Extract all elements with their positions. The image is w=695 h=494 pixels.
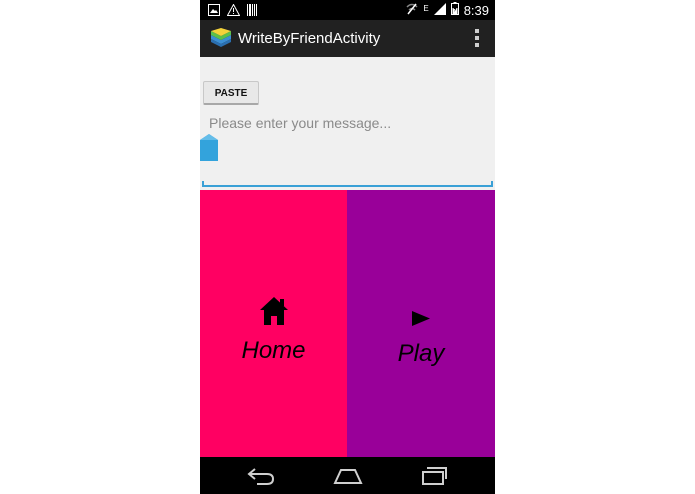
- warning-icon: [226, 3, 241, 21]
- recent-apps-icon[interactable]: [420, 466, 448, 491]
- navigation-bar: [200, 457, 495, 494]
- message-input[interactable]: Please enter your message...: [202, 112, 493, 187]
- back-icon[interactable]: [247, 466, 275, 491]
- home-nav-icon[interactable]: [333, 466, 363, 491]
- home-label: Home: [241, 337, 306, 364]
- action-tiles: Home Play: [200, 190, 495, 457]
- house-icon: [259, 296, 289, 331]
- clock: 8:39: [463, 2, 489, 18]
- phone-screen: E 8:39 WriteByFriendActivity PASTE Pleas…: [200, 0, 495, 494]
- barcode-icon: [247, 3, 257, 21]
- action-bar: WriteByFriendActivity: [200, 20, 495, 57]
- overflow-menu-icon[interactable]: [475, 29, 479, 47]
- status-bar: E 8:39: [200, 0, 495, 20]
- battery-icon: [450, 2, 459, 18]
- message-placeholder: Please enter your message...: [209, 115, 392, 131]
- play-tile[interactable]: Play: [347, 190, 495, 457]
- play-triangle-icon: [412, 311, 430, 331]
- input-underline: [202, 181, 493, 187]
- text-cursor-handle[interactable]: [200, 134, 220, 164]
- message-panel: PASTE Please enter your message...: [200, 57, 495, 190]
- signal-icon: [433, 2, 446, 18]
- play-label: Play: [397, 340, 445, 367]
- activity-title: WriteByFriendActivity: [238, 30, 381, 47]
- app-icon[interactable]: [209, 26, 233, 50]
- no-wifi-icon: [406, 3, 418, 18]
- home-tile[interactable]: Home: [200, 190, 347, 457]
- network-type-label: E: [423, 3, 429, 13]
- picture-icon: [208, 3, 220, 21]
- paste-button[interactable]: PASTE: [203, 81, 259, 105]
